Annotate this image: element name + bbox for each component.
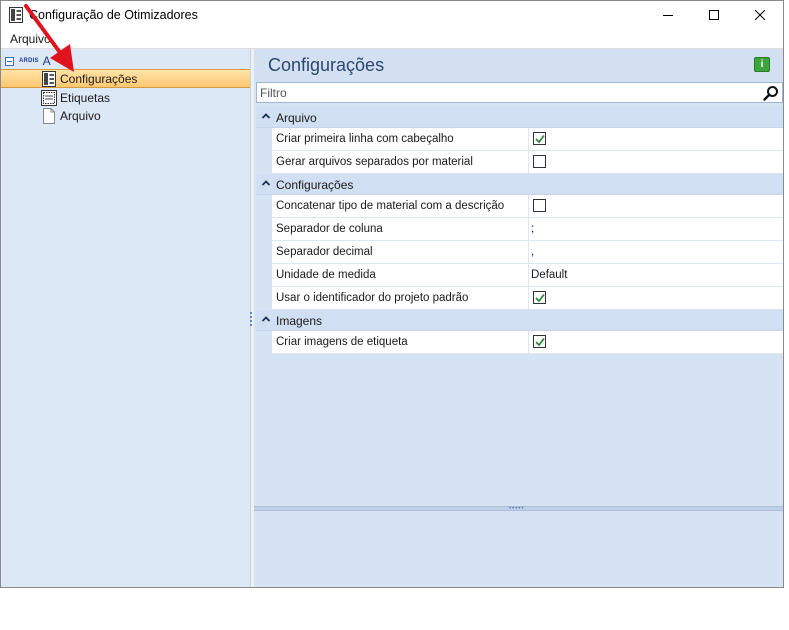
checkbox-criar-primeira-linha[interactable] <box>533 132 546 145</box>
checkbox-gerar-arquivos-separados[interactable] <box>533 155 546 168</box>
property-value[interactable]: , <box>531 246 534 258</box>
property-row[interactable]: Criar imagens de etiqueta <box>256 331 783 354</box>
checkmark-icon <box>535 293 545 303</box>
filter-input[interactable] <box>257 83 737 102</box>
info-button[interactable]: i <box>754 57 770 72</box>
property-row[interactable]: Criar primeira linha com cabeçalho <box>256 128 783 151</box>
chevron-up-icon[interactable] <box>261 111 271 121</box>
menu-arquivo[interactable]: Arquivo <box>10 32 51 46</box>
maximize-icon <box>709 10 719 20</box>
category-label: Imagens <box>276 314 323 328</box>
property-value[interactable]: Default <box>531 269 567 281</box>
checkbox-concatenar-tipo[interactable] <box>533 199 546 212</box>
column-divider <box>528 331 529 354</box>
close-icon <box>755 10 765 20</box>
property-name: Separador de coluna <box>276 223 383 235</box>
menu-bar: Arquivo <box>1 29 783 49</box>
checkmark-icon <box>535 337 545 347</box>
description-area <box>254 511 783 587</box>
tree-root-label: A <box>42 54 51 68</box>
main-window: Configuração de Otimizadores Arquivo ARD… <box>0 0 784 588</box>
window-title: Configuração de Otimizadores <box>29 8 198 22</box>
category-label: Arquivo <box>276 111 317 125</box>
chevron-up-icon[interactable] <box>261 314 271 324</box>
navigation-tree: ARDIS A Configurações Etiquetas Arquivo <box>1 49 251 587</box>
panel-title: Configurações <box>268 55 385 75</box>
minimize-icon <box>663 15 673 16</box>
settings-panel-icon <box>9 7 23 23</box>
tree-item-etiquetas[interactable]: Etiquetas <box>1 89 250 108</box>
column-divider <box>528 195 529 218</box>
property-grid: Arquivo Criar primeira linha com cabeçal… <box>256 107 783 354</box>
info-icon: i <box>760 59 764 70</box>
title-bar: Configuração de Otimizadores <box>1 1 783 29</box>
property-row[interactable]: Unidade de medida Default <box>256 264 783 287</box>
tree-item-label: Configurações <box>60 72 138 86</box>
property-name: Concatenar tipo de material com a descri… <box>276 200 505 212</box>
column-divider <box>528 241 529 264</box>
tree-item-arquivo[interactable]: Arquivo <box>1 107 250 126</box>
tree-root[interactable]: ARDIS A <box>5 53 51 69</box>
property-row[interactable]: Separador decimal , <box>256 241 783 264</box>
property-row[interactable]: Concatenar tipo de material com a descri… <box>256 195 783 218</box>
close-button[interactable] <box>737 1 783 29</box>
column-divider <box>528 151 529 174</box>
property-name: Criar primeira linha com cabeçalho <box>276 133 454 145</box>
chevron-up-icon[interactable] <box>261 178 271 188</box>
tree-item-label: Arquivo <box>60 109 101 123</box>
column-divider <box>528 128 529 151</box>
category-label: Configurações <box>276 178 354 192</box>
property-name: Usar o identificador do projeto padrão <box>276 292 469 304</box>
checkmark-icon <box>535 134 545 144</box>
property-panel: Configurações i Arquivo Criar primeira l… <box>254 49 783 587</box>
property-value[interactable]: ; <box>531 223 534 235</box>
property-name: Separador decimal <box>276 246 373 258</box>
property-name: Criar imagens de etiqueta <box>276 336 408 348</box>
document-icon <box>43 108 55 124</box>
column-divider <box>528 287 529 310</box>
minimize-button[interactable] <box>645 1 691 29</box>
ardis-logo: ARDIS <box>19 58 39 64</box>
tree-item-label: Etiquetas <box>60 91 111 105</box>
category-arquivo[interactable]: Arquivo <box>256 107 783 128</box>
property-row[interactable]: Gerar arquivos separados por material <box>256 151 783 174</box>
panel-header: Configurações i <box>254 49 783 81</box>
category-configuracoes[interactable]: Configurações <box>256 174 783 195</box>
category-imagens[interactable]: Imagens <box>256 310 783 331</box>
maximize-button[interactable] <box>691 1 737 29</box>
search-icon[interactable] <box>763 85 779 101</box>
label-icon <box>41 90 57 106</box>
column-divider <box>528 218 529 241</box>
property-name: Gerar arquivos separados por material <box>276 156 473 168</box>
settings-panel-icon <box>42 71 56 87</box>
checkbox-criar-imagens[interactable] <box>533 335 546 348</box>
column-divider <box>528 264 529 287</box>
filter-box <box>256 82 783 103</box>
property-row[interactable]: Usar o identificador do projeto padrão <box>256 287 783 310</box>
collapse-icon[interactable] <box>5 56 14 66</box>
property-row[interactable]: Separador de coluna ; <box>256 218 783 241</box>
tree-item-configuracoes[interactable]: Configurações <box>1 69 250 88</box>
property-name: Unidade de medida <box>276 269 376 281</box>
checkbox-usar-identificador[interactable] <box>533 291 546 304</box>
panel-splitter[interactable] <box>250 311 253 327</box>
